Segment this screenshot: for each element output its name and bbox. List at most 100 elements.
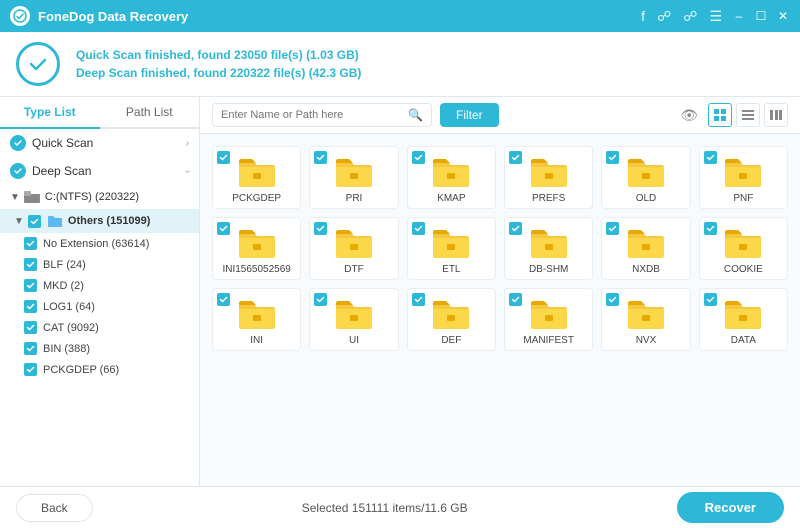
drive-expand-icon: ▼ <box>10 192 20 203</box>
file-checkbox[interactable] <box>704 151 717 164</box>
file-checkbox[interactable] <box>704 293 717 306</box>
file-checkbox[interactable] <box>314 293 327 306</box>
file-checkbox[interactable] <box>412 293 425 306</box>
sub-item-checkbox[interactable] <box>24 321 37 334</box>
file-folder-icon <box>237 226 277 260</box>
list-view-button[interactable] <box>736 103 760 127</box>
file-checkbox[interactable] <box>412 222 425 235</box>
toolbar: 🔍 Filter 👁 <box>200 97 800 134</box>
bookmark-icon[interactable]: ☍ <box>683 8 697 25</box>
file-item[interactable]: PRI <box>309 146 398 209</box>
file-item[interactable]: KMAP <box>407 146 496 209</box>
file-checkbox[interactable] <box>217 293 230 306</box>
others-checkbox[interactable] <box>28 215 41 228</box>
file-checkbox[interactable] <box>412 151 425 164</box>
file-name-label: NVX <box>636 335 657 346</box>
file-folder-icon <box>334 226 374 260</box>
file-item[interactable]: DATA <box>699 288 788 351</box>
file-item[interactable]: DB-SHM <box>504 217 593 280</box>
sidebar-sub-item[interactable]: No Extension (63614) <box>0 233 199 254</box>
file-item[interactable]: PNF <box>699 146 788 209</box>
file-folder-icon <box>529 226 569 260</box>
sub-item-checkbox[interactable] <box>24 279 37 292</box>
sidebar-item-others[interactable]: ▼ Others (151099) <box>0 209 199 233</box>
sidebar: Type List Path List Quick Scan › Deep Sc… <box>0 97 200 486</box>
sidebar-sub-item[interactable]: MKD (2) <box>0 275 199 296</box>
sidebar-sub-item[interactable]: PCKGDEP (66) <box>0 359 199 380</box>
file-name-label: PRI <box>346 193 363 204</box>
file-checkbox[interactable] <box>217 151 230 164</box>
sub-item-label: No Extension (63614) <box>43 238 149 250</box>
eye-icon[interactable]: 👁 <box>680 107 698 124</box>
file-checkbox[interactable] <box>509 222 522 235</box>
file-folder-icon <box>723 297 763 331</box>
sidebar-sub-item[interactable]: BIN (388) <box>0 338 199 359</box>
back-button[interactable]: Back <box>16 494 93 522</box>
file-checkbox[interactable] <box>606 151 619 164</box>
deep-scan-arrow: › <box>182 169 193 172</box>
sub-item-label: BLF (24) <box>43 259 86 271</box>
sidebar-sub-item[interactable]: LOG1 (64) <box>0 296 199 317</box>
detail-view-button[interactable] <box>764 103 788 127</box>
maximize-button[interactable]: ☐ <box>754 9 768 23</box>
file-folder-icon <box>626 297 666 331</box>
sidebar-item-deep-scan[interactable]: Deep Scan › <box>0 157 199 185</box>
others-label: Others (151099) <box>68 215 151 227</box>
quick-scan-result: Quick Scan finished, found 23050 file(s)… <box>76 48 361 62</box>
recover-button[interactable]: Recover <box>677 492 784 523</box>
sub-item-checkbox[interactable] <box>24 342 37 355</box>
file-name-label: DB-SHM <box>529 264 568 275</box>
file-item[interactable]: NVX <box>601 288 690 351</box>
file-item[interactable]: PREFS <box>504 146 593 209</box>
file-checkbox[interactable] <box>509 151 522 164</box>
search-box[interactable]: 🔍 <box>212 103 432 127</box>
file-checkbox[interactable] <box>509 293 522 306</box>
sub-item-checkbox[interactable] <box>24 237 37 250</box>
sub-item-checkbox[interactable] <box>24 363 37 376</box>
scan-info: Quick Scan finished, found 23050 file(s)… <box>0 32 800 97</box>
tab-path-list[interactable]: Path List <box>100 97 200 129</box>
file-checkbox[interactable] <box>314 151 327 164</box>
title-bar: FoneDog Data Recovery f ☍ ☍ ☰ – ☐ ✕ <box>0 0 800 32</box>
sidebar-item-drive[interactable]: ▼ C:(NTFS) (220322) <box>0 185 199 209</box>
deep-scan-result: Deep Scan finished, found 220322 file(s)… <box>76 66 361 80</box>
close-button[interactable]: ✕ <box>776 9 790 23</box>
file-name-label: NXDB <box>632 264 660 275</box>
file-checkbox[interactable] <box>606 222 619 235</box>
minimize-button[interactable]: – <box>732 9 746 23</box>
sidebar-sub-item[interactable]: BLF (24) <box>0 254 199 275</box>
sub-item-checkbox[interactable] <box>24 258 37 271</box>
file-checkbox[interactable] <box>217 222 230 235</box>
filter-button[interactable]: Filter <box>440 103 499 127</box>
file-item[interactable]: UI <box>309 288 398 351</box>
file-checkbox[interactable] <box>314 222 327 235</box>
file-item[interactable]: INI <box>212 288 301 351</box>
grid-view-button[interactable] <box>708 103 732 127</box>
sidebar-sub-item[interactable]: CAT (9092) <box>0 317 199 338</box>
title-bar-actions: f ☍ ☍ ☰ <box>641 8 722 25</box>
file-item[interactable]: NXDB <box>601 217 690 280</box>
facebook-icon[interactable]: f <box>641 8 645 24</box>
file-name-label: PNF <box>733 193 753 204</box>
file-item[interactable]: INI1565052569 <box>212 217 301 280</box>
sub-item-checkbox[interactable] <box>24 300 37 313</box>
file-folder-icon <box>431 155 471 189</box>
file-item[interactable]: MANIFEST <box>504 288 593 351</box>
chat-icon[interactable]: ☍ <box>657 8 671 25</box>
file-item[interactable]: DEF <box>407 288 496 351</box>
file-item[interactable]: OLD <box>601 146 690 209</box>
file-item[interactable]: DTF <box>309 217 398 280</box>
quick-scan-arrow: › <box>186 138 189 149</box>
scan-complete-icon <box>16 42 60 86</box>
file-item[interactable]: ETL <box>407 217 496 280</box>
file-checkbox[interactable] <box>704 222 717 235</box>
file-item[interactable]: PCKGDEP <box>212 146 301 209</box>
menu-icon[interactable]: ☰ <box>709 8 722 25</box>
file-item[interactable]: COOKIE <box>699 217 788 280</box>
search-input[interactable] <box>221 109 404 121</box>
file-checkbox[interactable] <box>606 293 619 306</box>
others-folder-icon <box>47 214 63 228</box>
content-area: 🔍 Filter 👁 <box>200 97 800 486</box>
sidebar-item-quick-scan[interactable]: Quick Scan › <box>0 129 199 157</box>
tab-type-list[interactable]: Type List <box>0 97 100 129</box>
